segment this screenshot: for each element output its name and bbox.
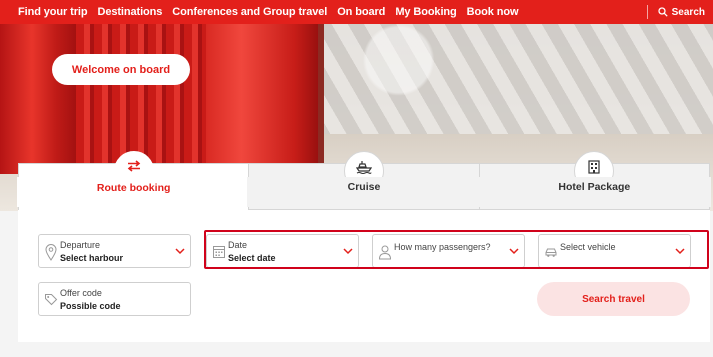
location-pin-icon	[45, 244, 57, 261]
hero-pole	[318, 24, 324, 184]
hero-red-chair-right	[206, 24, 324, 174]
ship-icon	[355, 161, 372, 174]
offer-code-value: Possible code	[60, 301, 121, 311]
nav-divider	[646, 5, 648, 19]
hero-red-chair-left	[0, 24, 80, 174]
nav-search-label: Search	[671, 6, 705, 18]
tab-hotel-package[interactable]: Hotel Package	[477, 151, 711, 210]
nav-search-button[interactable]: Search	[646, 0, 705, 24]
swap-arrows-icon	[127, 160, 140, 172]
offer-code-label: Offer code	[60, 288, 102, 298]
nav-item-my-booking[interactable]: My Booking	[395, 6, 456, 18]
booking-tabs: Route booking Cruise Hotel Package	[17, 151, 711, 210]
tab-label: Route booking	[96, 182, 171, 194]
nav-item-book-now[interactable]: Book now	[467, 6, 519, 18]
tab-label: Cruise	[347, 181, 381, 193]
tab-route-booking[interactable]: Route booking	[17, 151, 251, 210]
top-nav: Find your trip Destinations Conferences …	[0, 0, 713, 24]
welcome-button[interactable]: Welcome on board	[52, 54, 190, 85]
search-icon	[657, 7, 668, 17]
booking-form-panel: Departure Select harbour Date Select dat…	[18, 210, 710, 342]
departure-label: Departure	[60, 240, 101, 250]
nav-item-find-your-trip[interactable]: Find your trip	[18, 6, 88, 18]
tag-icon	[45, 294, 58, 306]
departure-value: Select harbour	[60, 253, 124, 263]
nav-item-destinations[interactable]: Destinations	[97, 6, 162, 18]
tab-label: Hotel Package	[558, 181, 631, 193]
offer-code-input[interactable]: Offer code Possible code	[38, 282, 191, 316]
highlight-box	[204, 230, 709, 269]
hero-wall-tiles	[320, 24, 713, 144]
nav-menu: Find your trip Destinations Conferences …	[0, 6, 528, 18]
nav-item-conferences[interactable]: Conferences and Group travel	[172, 6, 327, 18]
nav-item-on-board[interactable]: On board	[337, 6, 385, 18]
hotel-icon	[588, 160, 600, 174]
search-travel-button[interactable]: Search travel	[537, 282, 690, 316]
departure-select[interactable]: Departure Select harbour	[38, 234, 191, 268]
chevron-down-icon	[175, 248, 185, 255]
tab-cruise[interactable]: Cruise	[247, 151, 481, 210]
